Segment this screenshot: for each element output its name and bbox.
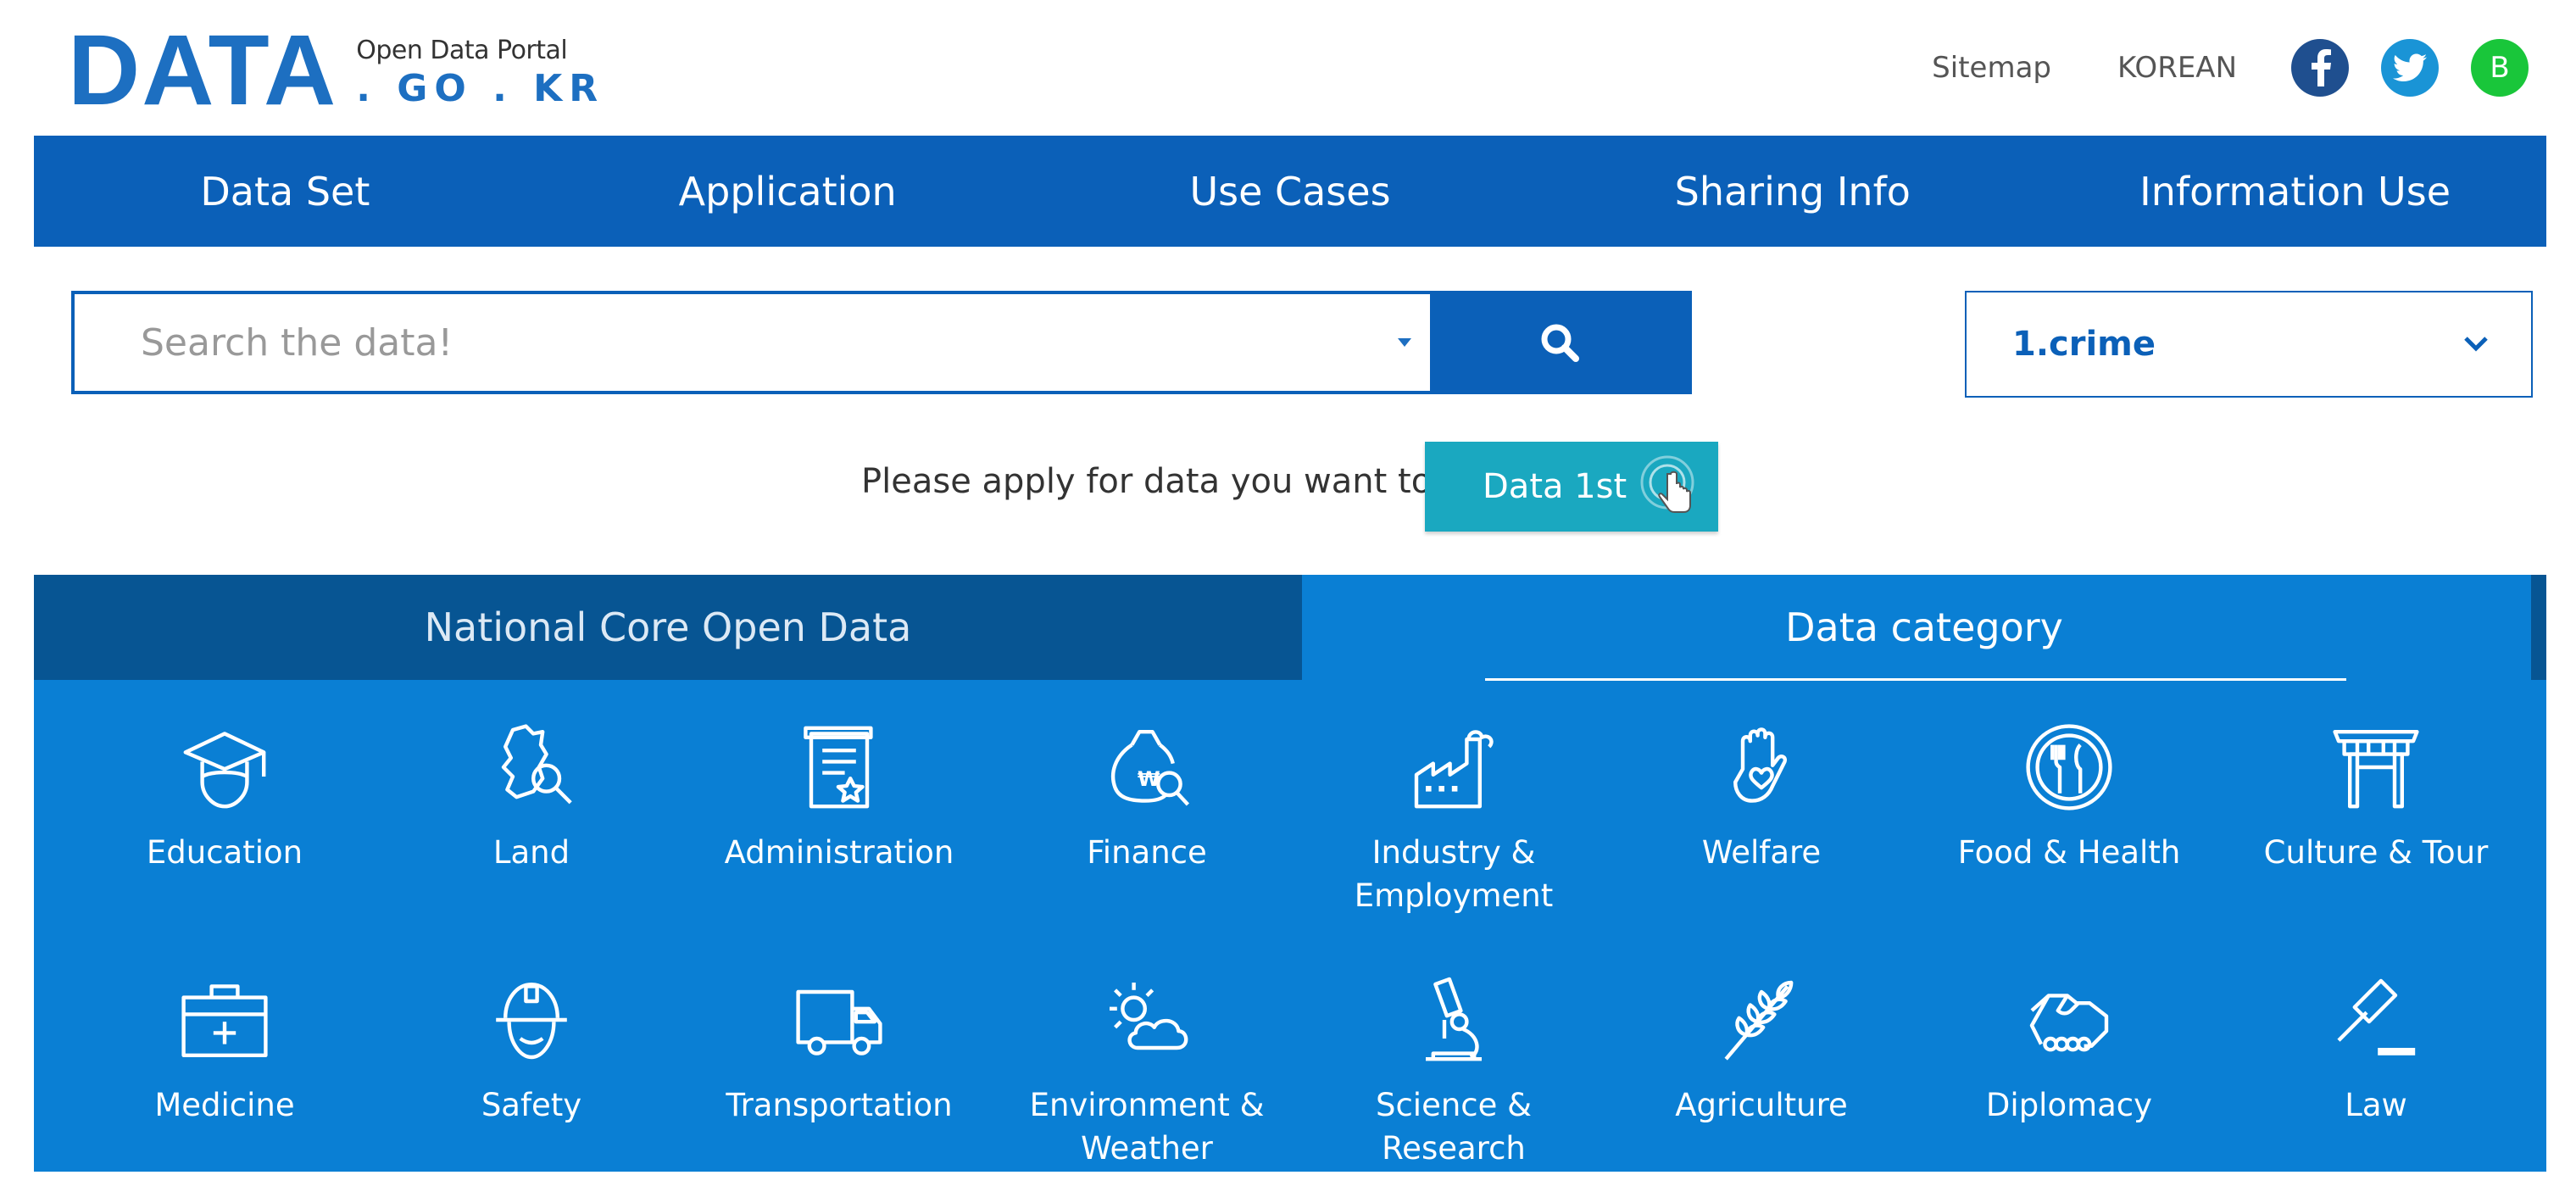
truck-icon	[796, 989, 882, 1055]
helmet-icon	[496, 983, 567, 1060]
tab-edge	[2531, 575, 2546, 680]
logo-subtitle: Open Data Portal	[356, 36, 568, 65]
category-label: Agriculture	[1675, 1087, 1848, 1123]
category-label: Land	[492, 834, 570, 871]
logo-domain: . GO . KR	[356, 67, 605, 110]
category-diplomacy[interactable]: Diplomacy	[1942, 973, 2196, 1127]
category-education[interactable]: Education	[97, 721, 352, 874]
graduation-cap-icon	[183, 732, 266, 809]
category-label: Law	[2345, 1087, 2407, 1123]
category-label: Science & Research	[1375, 1087, 1533, 1167]
category-culture-tour[interactable]: Culture & Tour	[2249, 721, 2503, 874]
category-label: Culture & Tour	[2263, 834, 2489, 871]
category-safety[interactable]: Safety	[404, 973, 659, 1127]
category-label: Transportation	[726, 1087, 953, 1123]
select-value: 1.crime	[2012, 325, 2156, 364]
category-medicine[interactable]: Medicine	[97, 973, 352, 1127]
category-agriculture[interactable]: Agriculture	[1634, 973, 1889, 1127]
tab-national-core-open-data[interactable]: National Core Open Data	[34, 575, 1302, 680]
search-bar	[71, 291, 1692, 394]
sun-cloud-icon	[1110, 983, 1188, 1050]
category-welfare[interactable]: Welfare	[1634, 721, 1889, 874]
medical-kit-icon	[181, 984, 268, 1057]
apply-prompt: Please apply for data you want to	[861, 462, 1433, 501]
category-administration[interactable]: Administration	[712, 721, 966, 874]
utility-bar: Sitemap KOREAN B	[1932, 37, 2529, 98]
gavel-icon	[2337, 978, 2416, 1055]
nav-item-data-set[interactable]: Data Set	[34, 136, 537, 247]
category-label: Safety	[481, 1087, 582, 1123]
logo-main-text: DATA	[68, 14, 338, 126]
category-label: Diplomacy	[1985, 1087, 2153, 1123]
nav-item-information-use[interactable]: Information Use	[2044, 136, 2546, 247]
category-science-research[interactable]: Science & Research	[1327, 973, 1581, 1170]
map-search-icon	[501, 724, 572, 805]
nav-item-use-cases[interactable]: Use Cases	[1039, 136, 1542, 247]
facebook-icon	[2312, 49, 2331, 86]
main-nav: Data Set Application Use Cases Sharing I…	[34, 136, 2546, 247]
tab-data-category[interactable]: Data category	[1302, 575, 2546, 680]
category-label: Food & Health	[1957, 834, 2181, 871]
category-label: Industry & Employment	[1354, 834, 1554, 914]
category-food-health[interactable]: Food & Health	[1942, 721, 2196, 874]
category-label: Education	[146, 834, 303, 871]
nav-item-sharing-info[interactable]: Sharing Info	[1541, 136, 2044, 247]
logo-side: Open Data Portal . GO . KR	[356, 24, 604, 110]
hand-heart-icon	[1733, 727, 1788, 803]
pointing-hand-icon	[1640, 455, 1694, 513]
active-tab-underline	[1485, 678, 2346, 681]
language-link[interactable]: KOREAN	[2117, 51, 2237, 85]
category-law[interactable]: Law	[2249, 973, 2503, 1127]
money-bag-icon: ₩	[1110, 730, 1190, 806]
crime-select[interactable]: 1.crime	[1965, 291, 2533, 398]
category-label: Welfare	[1701, 834, 1822, 871]
category-industry-employment[interactable]: Industry & Employment	[1327, 721, 1581, 917]
category-transportation[interactable]: Transportation	[712, 973, 966, 1127]
category-label: Environment & Weather	[1029, 1087, 1265, 1167]
search-dropdown-toggle[interactable]	[1379, 294, 1430, 391]
data-1st-label: Data 1st	[1483, 467, 1627, 506]
sitemap-link[interactable]: Sitemap	[1932, 51, 2051, 85]
category-label: Administration	[724, 834, 954, 871]
certificate-icon	[804, 726, 873, 809]
data-1st-button[interactable]: Data 1st	[1425, 442, 1718, 532]
caret-down-icon	[1398, 338, 1411, 347]
category-label: Finance	[1087, 834, 1207, 871]
data-panel: National Core Open Data Data category Ed…	[34, 575, 2546, 1172]
facebook-button[interactable]	[2291, 39, 2349, 97]
wheat-icon	[1724, 980, 1794, 1061]
blog-button[interactable]: B	[2471, 39, 2529, 97]
twitter-icon	[2393, 53, 2427, 81]
category-finance[interactable]: ₩ Finance	[1020, 721, 1274, 874]
category-land[interactable]: Land	[404, 721, 659, 874]
handshake-icon	[2029, 994, 2109, 1052]
header: DATA Open Data Portal . GO . KR Sitemap …	[0, 0, 2576, 136]
category-label: Medicine	[154, 1087, 295, 1123]
category-environment-weather[interactable]: Environment & Weather	[1020, 973, 1274, 1170]
factory-icon	[1414, 730, 1494, 809]
search-button[interactable]	[1430, 294, 1689, 391]
microscope-icon	[1426, 977, 1482, 1061]
plate-cutlery-icon	[2026, 724, 2112, 810]
search-input[interactable]	[75, 294, 1379, 391]
nav-item-application[interactable]: Application	[537, 136, 1039, 247]
blog-icon: B	[2490, 51, 2510, 85]
site-logo[interactable]: DATA Open Data Portal . GO . KR	[68, 14, 604, 126]
search-icon	[1541, 324, 1579, 362]
gate-icon	[2333, 730, 2419, 809]
twitter-button[interactable]	[2381, 39, 2439, 97]
chevron-down-icon	[2464, 337, 2488, 352]
